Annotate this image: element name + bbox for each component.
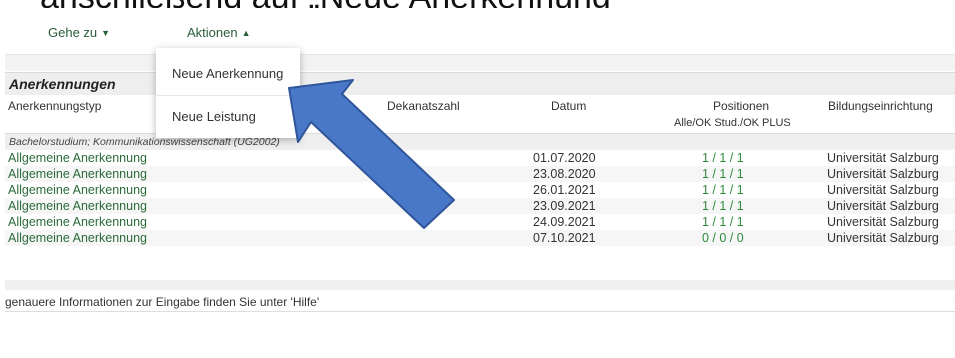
row-type-link[interactable]: Allgemeine Anerkennung: [8, 214, 147, 230]
help-info-text: genauere Informationen zur Eingabe finde…: [5, 295, 320, 309]
row-positions: 1 / 1 / 1: [702, 183, 744, 197]
table-row[interactable]: Allgemeine Anerkennung 01.07.2020 1 / 1 …: [5, 150, 955, 166]
row-positions: 1 / 1 / 1: [702, 199, 744, 213]
row-type-link[interactable]: Allgemeine Anerkennung: [8, 182, 147, 198]
row-date: 24.09.2021: [533, 215, 596, 229]
table-row[interactable]: Allgemeine Anerkennung 26.01.2021 1 / 1 …: [5, 182, 955, 198]
new-recognition-item[interactable]: Neue Anerkennung: [172, 66, 283, 81]
row-date: 01.07.2020: [533, 151, 596, 165]
program-row: Bachelorstudium; Kommunikationswissensch…: [5, 134, 955, 150]
row-institution: Universität Salzburg: [827, 151, 939, 165]
table-body: Allgemeine Anerkennung 01.07.2020 1 / 1 …: [5, 150, 955, 246]
row-positions: 1 / 1 / 1: [702, 215, 744, 229]
table-row[interactable]: Allgemeine Anerkennung 07.10.2021 0 / 0 …: [5, 230, 955, 246]
row-positions: 0 / 0 / 0: [702, 231, 744, 245]
row-positions: 1 / 1 / 1: [702, 151, 744, 165]
row-date: 23.08.2020: [533, 167, 596, 181]
goto-label: Gehe zu: [48, 25, 98, 40]
row-institution: Universität Salzburg: [827, 231, 939, 245]
header-dekanatszahl: Dekanatszahl: [387, 99, 460, 113]
recognitions-table: Anerkennungen Anerkennungstyp Dekanatsza…: [5, 72, 955, 246]
actions-label: Aktionen: [187, 25, 238, 40]
dropdown-divider: [156, 95, 300, 96]
header-positionen: Positionen: [713, 99, 770, 113]
goto-menu[interactable]: Gehe zu ▼: [48, 25, 110, 40]
row-institution: Universität Salzburg: [827, 215, 939, 229]
actions-dropdown: Neue Anerkennung Neue Leistung: [156, 48, 300, 138]
row-positions: 1 / 1 / 1: [702, 167, 744, 181]
row-institution: Universität Salzburg: [827, 167, 939, 181]
row-type-link[interactable]: Allgemeine Anerkennung: [8, 166, 147, 182]
table-header: Anerkennungstyp Dekanatszahl Datum Posit…: [5, 95, 955, 134]
row-type-link[interactable]: Allgemeine Anerkennung: [8, 230, 147, 246]
row-institution: Universität Salzburg: [827, 183, 939, 197]
actions-menu[interactable]: Aktionen ▲: [187, 25, 251, 40]
row-date: 23.09.2021: [533, 199, 596, 213]
caret-up-icon: ▲: [241, 28, 251, 38]
caret-down-icon: ▼: [101, 28, 111, 38]
row-type-link[interactable]: Allgemeine Anerkennung: [8, 150, 147, 166]
row-date: 07.10.2021: [533, 231, 596, 245]
header-datum: Datum: [551, 99, 587, 113]
section-title: Anerkennungen: [5, 72, 955, 95]
info-band: [5, 280, 955, 290]
header-positionen-sub: Alle/OK Stud./OK PLUS: [674, 117, 791, 129]
header-bildung: Bildungseinrichtung: [828, 99, 933, 113]
header-type: Anerkennungstyp: [8, 99, 102, 113]
table-row[interactable]: Allgemeine Anerkennung 23.09.2021 1 / 1 …: [5, 198, 955, 214]
table-row[interactable]: Allgemeine Anerkennung 24.09.2021 1 / 1 …: [5, 214, 955, 230]
row-type-link[interactable]: Allgemeine Anerkennung: [8, 198, 147, 214]
row-institution: Universität Salzburg: [827, 199, 939, 213]
row-date: 26.01.2021: [533, 183, 596, 197]
table-row[interactable]: Allgemeine Anerkennung 23.08.2020 1 / 1 …: [5, 166, 955, 182]
divider: [5, 311, 955, 312]
navbar: Gehe zu ▼ Aktionen ▲: [5, 8, 955, 55]
new-achievement-item[interactable]: Neue Leistung: [172, 109, 256, 124]
toolbar-band: [5, 55, 955, 71]
